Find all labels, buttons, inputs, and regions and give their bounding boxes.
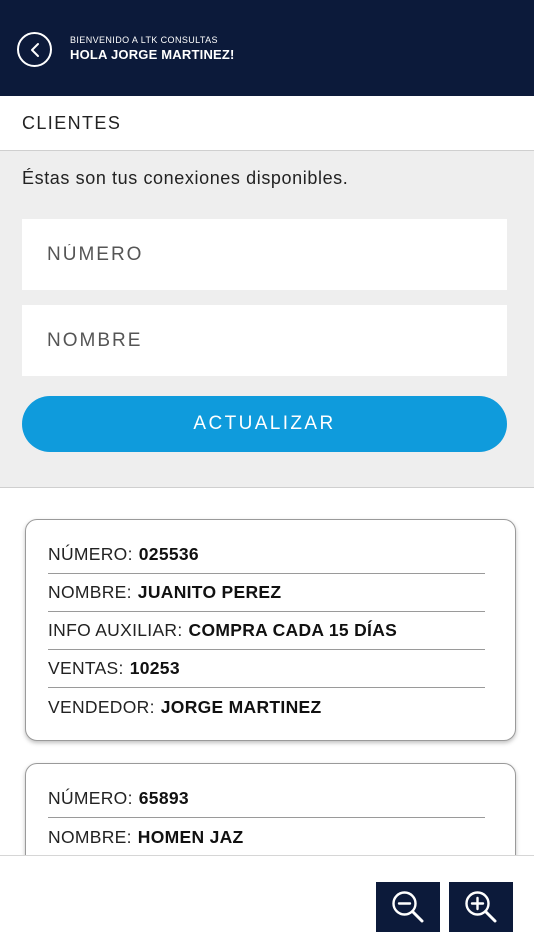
- client-field-ventas: VENTAS: 10253: [48, 650, 485, 688]
- field-value: JUANITO PEREZ: [137, 582, 282, 602]
- bottom-toolbar: [0, 855, 534, 950]
- field-label: NOMBRE:: [48, 826, 132, 847]
- welcome-text: BIENVENIDO A LTK CONSULTAS: [70, 35, 218, 45]
- field-label: INFO AUXILIAR:: [48, 620, 183, 640]
- client-field-vendedor: VENDEDOR: JORGE MARTINEZ: [48, 688, 485, 726]
- client-field-info: INFO AUXILIAR: COMPRA CADA 15 DÍAS: [48, 612, 485, 650]
- field-value: JORGE MARTINEZ: [160, 696, 322, 717]
- back-button[interactable]: [17, 32, 52, 67]
- field-value: 025536: [138, 544, 199, 564]
- client-field-nombre: NOMBRE: JUANITO PEREZ: [48, 574, 485, 612]
- field-label: NÚMERO:: [48, 544, 133, 564]
- filter-panel: Éstas son tus conexiones disponibles. AC…: [0, 151, 534, 488]
- field-label: NÚMERO:: [48, 788, 133, 808]
- zoom-in-button[interactable]: [449, 882, 513, 932]
- client-field-numero: NÚMERO: 025536: [48, 536, 485, 574]
- numero-input[interactable]: [22, 219, 507, 290]
- app-header: BIENVENIDO A LTK CONSULTAS HOLA JORGE MA…: [0, 0, 534, 96]
- zoom-out-icon: [392, 891, 424, 923]
- field-label: VENDEDOR:: [48, 696, 155, 717]
- field-value: HOMEN JAZ: [137, 826, 244, 847]
- nombre-input[interactable]: [22, 305, 507, 376]
- user-greeting: HOLA JORGE MARTINEZ!: [70, 47, 235, 62]
- zoom-out-button[interactable]: [376, 882, 440, 932]
- chevron-left-icon: [30, 42, 39, 57]
- field-label: NOMBRE:: [48, 582, 132, 602]
- field-value: 65893: [138, 788, 189, 808]
- section-title: CLIENTES: [0, 96, 534, 151]
- update-button[interactable]: ACTUALIZAR: [22, 396, 507, 452]
- client-field-numero: NÚMERO: 65893: [48, 780, 485, 818]
- zoom-in-icon: [465, 891, 497, 923]
- field-label: VENTAS:: [48, 658, 124, 678]
- client-field-nombre: NOMBRE: HOMEN JAZ: [48, 818, 485, 856]
- client-card[interactable]: NÚMERO: 025536 NOMBRE: JUANITO PEREZ INF…: [25, 519, 516, 741]
- intro-text: Éstas son tus conexiones disponibles.: [22, 168, 349, 188]
- field-value: COMPRA CADA 15 DÍAS: [188, 620, 398, 640]
- field-value: 10253: [129, 658, 180, 678]
